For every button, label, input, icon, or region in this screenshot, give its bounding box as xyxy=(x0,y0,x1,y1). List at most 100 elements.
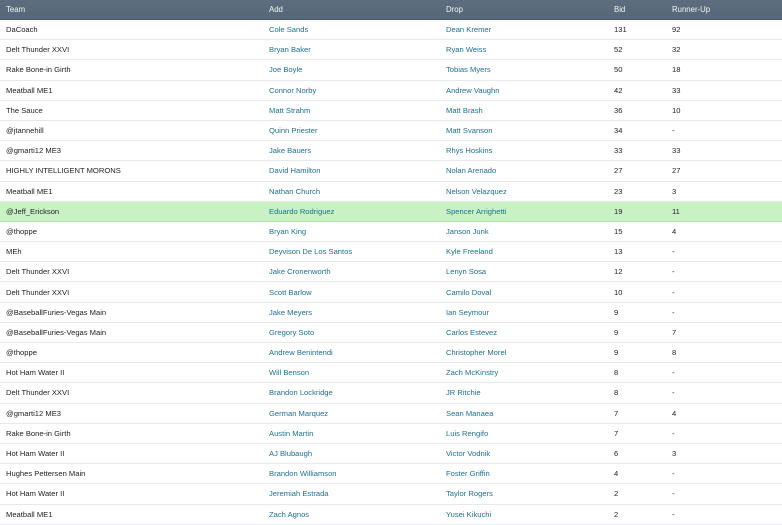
runner-up-cell: 3 xyxy=(672,186,677,196)
add-player-link[interactable]: Bryan King xyxy=(269,227,446,236)
team-cell: Hot Ham Water II xyxy=(6,489,65,499)
team-cell: @BaseballFuries-Vegas Main xyxy=(6,307,107,317)
drop-player-link[interactable]: Dean Kremer xyxy=(446,25,614,34)
table-row: @gmarti12 ME3 German Marquez Sean Manaea 7 4 xyxy=(0,403,782,424)
drop-player-link[interactable]: Taylor Rogers xyxy=(446,489,614,498)
table-row: Delt Thunder XXVI Jake Cronenworth Lenyn S… xyxy=(0,262,782,283)
drop-player-link[interactable]: Christopher Morel xyxy=(446,348,614,357)
drop-player-link[interactable]: Matt Brash xyxy=(446,106,614,115)
drop-player-link[interactable]: Luis Rengifo xyxy=(446,429,614,438)
table-body: DaCoach Cole Sands Dean Kremer 131 92 Delt Th… xyxy=(0,20,782,525)
bid-cell: 8 xyxy=(614,388,619,398)
column-header-drop[interactable]: Drop xyxy=(446,5,614,14)
team-cell: Meatball ME1 xyxy=(6,85,53,95)
add-player-link[interactable]: Scott Barlow xyxy=(269,288,446,297)
bid-cell: 52 xyxy=(614,45,623,55)
drop-player-link[interactable]: Nolan Arenado xyxy=(446,166,614,175)
runner-up-cell: - xyxy=(672,368,675,378)
add-player-link[interactable]: Andrew Benintendi xyxy=(269,348,446,357)
add-player-link[interactable]: Matt Strahm xyxy=(269,106,446,115)
drop-player-link[interactable]: Foster Griffin xyxy=(446,469,614,478)
column-header-bid[interactable]: Bid xyxy=(614,5,672,14)
table-row: The Sauce Matt Strahm Matt Brash 36 10 xyxy=(0,100,782,121)
drop-player-link[interactable]: Lenyn Sosa xyxy=(446,267,614,276)
team-cell: DaCoach xyxy=(6,25,38,35)
team-cell: Hughes Pettersen Main xyxy=(6,469,86,479)
table-row: @thoppe Andrew Benintendi Christopher More… xyxy=(0,343,782,364)
team-cell: Meatball ME1 xyxy=(6,509,53,519)
runner-up-cell: 8 xyxy=(672,348,677,358)
table-row: Meatball ME1 Connor Norby Andrew Vaughn 42 3… xyxy=(0,80,782,101)
drop-player-link[interactable]: Kyle Freeland xyxy=(446,247,614,256)
bid-cell: 9 xyxy=(614,327,619,337)
column-header-runner-up[interactable]: Runner-Up xyxy=(672,5,782,14)
table-row: HIGHLY INTELLIGENT MORONS David Hamilton N… xyxy=(0,161,782,182)
drop-player-link[interactable]: Matt Svanson xyxy=(446,126,614,135)
runner-up-cell: - xyxy=(672,428,675,438)
drop-player-link[interactable]: Victor Vodnik xyxy=(446,449,614,458)
add-player-link[interactable]: Gregory Soto xyxy=(269,328,446,337)
drop-player-link[interactable]: Tobias Myers xyxy=(446,65,614,74)
waiver-results-table: Team Add Drop Bid Runner-Up DaCoach Cole … xyxy=(0,0,782,525)
runner-up-cell: 27 xyxy=(672,166,681,176)
add-player-link[interactable]: Jake Meyers xyxy=(269,308,446,317)
drop-player-link[interactable]: Spencer Arrighetti xyxy=(446,207,614,216)
drop-player-link[interactable]: Rhys Hoskins xyxy=(446,146,614,155)
add-player-link[interactable]: Nathan Church xyxy=(269,187,446,196)
team-cell: Hot Ham Water II xyxy=(6,449,65,459)
drop-player-link[interactable]: Sean Manaea xyxy=(446,409,614,418)
column-header-team[interactable]: Team xyxy=(0,5,269,14)
team-cell: Rake Bone-in Girth xyxy=(6,428,71,438)
add-player-link[interactable]: Quinn Priester xyxy=(269,126,446,135)
runner-up-cell: - xyxy=(672,287,675,297)
bid-cell: 34 xyxy=(614,126,623,136)
team-cell: Delt Thunder XXVI xyxy=(6,287,70,297)
add-player-link[interactable]: Joe Boyle xyxy=(269,65,446,74)
runner-up-cell: - xyxy=(672,469,675,479)
runner-up-cell: 33 xyxy=(672,85,681,95)
bid-cell: 12 xyxy=(614,267,623,277)
add-player-link[interactable]: Austin Martin xyxy=(269,429,446,438)
drop-player-link[interactable]: Andrew Vaughn xyxy=(446,86,614,95)
add-player-link[interactable]: Brandon Williamson xyxy=(269,469,446,478)
drop-player-link[interactable]: Carlos Estevez xyxy=(446,328,614,337)
bid-cell: 2 xyxy=(614,489,619,499)
add-player-link[interactable]: David Hamilton xyxy=(269,166,446,175)
add-player-link[interactable]: Eduardo Rodriguez xyxy=(269,207,446,216)
drop-player-link[interactable]: Nelson Velazquez xyxy=(446,187,614,196)
add-player-link[interactable]: AJ Blubaugh xyxy=(269,449,446,458)
runner-up-cell: 18 xyxy=(672,65,681,75)
table-header: Team Add Drop Bid Runner-Up xyxy=(0,0,782,20)
add-player-link[interactable]: Jake Cronenworth xyxy=(269,267,446,276)
team-cell: @thoppe xyxy=(6,348,37,358)
add-player-link[interactable]: Will Benson xyxy=(269,368,446,377)
add-player-link[interactable]: Bryan Baker xyxy=(269,45,446,54)
table-row: Delt Thunder XXVI Bryan Baker Ryan Weiss 52… xyxy=(0,40,782,61)
add-player-link[interactable]: Connor Norby xyxy=(269,86,446,95)
bid-cell: 2 xyxy=(614,509,619,519)
column-header-add[interactable]: Add xyxy=(269,5,446,14)
add-player-link[interactable]: Brandon Lockridge xyxy=(269,388,446,397)
add-player-link[interactable]: Deyvison De Los Santos xyxy=(269,247,446,256)
drop-player-link[interactable]: Camilo Doval xyxy=(446,288,614,297)
add-player-link[interactable]: Zach Agnos xyxy=(269,510,446,519)
bid-cell: 10 xyxy=(614,287,623,297)
team-cell: @BaseballFuries-Vegas Main xyxy=(6,327,107,337)
table-row: @BaseballFuries-Vegas Main Jake Meyers Ian… xyxy=(0,302,782,323)
drop-player-link[interactable]: Yusei Kikuchi xyxy=(446,510,614,519)
drop-player-link[interactable]: Ian Seymour xyxy=(446,308,614,317)
drop-player-link[interactable]: JR Ritchie xyxy=(446,388,614,397)
add-player-link[interactable]: Cole Sands xyxy=(269,25,446,34)
team-cell: The Sauce xyxy=(6,105,43,115)
drop-player-link[interactable]: Ryan Weiss xyxy=(446,45,614,54)
table-row: MEh Deyvison De Los Santos Kyle Freeland 13… xyxy=(0,242,782,263)
drop-player-link[interactable]: Janson Junk xyxy=(446,227,614,236)
team-cell: @gmarti12 ME3 xyxy=(6,146,61,156)
drop-player-link[interactable]: Zach McKinstry xyxy=(446,368,614,377)
bid-cell: 9 xyxy=(614,307,619,317)
add-player-link[interactable]: German Marquez xyxy=(269,409,446,418)
add-player-link[interactable]: Jake Bauers xyxy=(269,146,446,155)
bid-cell: 9 xyxy=(614,348,619,358)
add-player-link[interactable]: Jeremiah Estrada xyxy=(269,489,446,498)
runner-up-cell: 4 xyxy=(672,226,677,236)
